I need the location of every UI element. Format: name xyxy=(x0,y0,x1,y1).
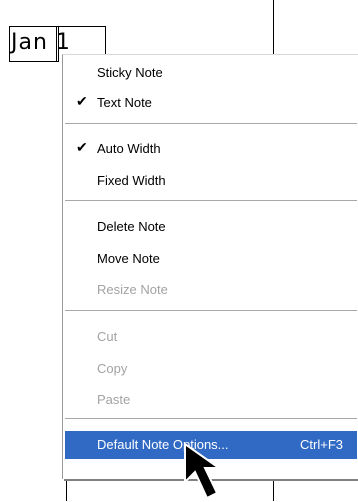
menu-item-sticky-note[interactable]: Sticky Note xyxy=(63,59,358,87)
menu-item-copy[interactable]: Copy xyxy=(63,355,358,383)
menu-item-label: Cut xyxy=(97,329,118,344)
menu-item-label: Auto Width xyxy=(97,141,161,156)
menu-item-label: Move Note xyxy=(97,251,160,266)
mouse-pointer-icon xyxy=(184,442,223,500)
menu-item-cut[interactable]: Cut xyxy=(63,323,358,351)
menu-item-move-note[interactable]: Move Note xyxy=(63,245,358,273)
checkmark-icon: ✔ xyxy=(76,139,88,155)
context-menu: Sticky Note ✔ Text Note ✔ Auto Width Fix… xyxy=(62,54,358,479)
menu-item-fixed-width[interactable]: Fixed Width xyxy=(63,167,358,195)
menu-separator xyxy=(65,200,357,202)
menu-item-delete-note[interactable]: Delete Note xyxy=(63,213,358,241)
menu-item-resize-note[interactable]: Resize Note xyxy=(63,276,358,304)
menu-item-text-note[interactable]: ✔ Text Note xyxy=(63,89,358,117)
menu-item-label: Delete Note xyxy=(97,219,166,234)
menu-separator xyxy=(65,123,357,125)
menu-separator xyxy=(65,310,357,312)
menu-item-auto-width[interactable]: ✔ Auto Width xyxy=(63,135,358,163)
menu-item-label: Sticky Note xyxy=(97,65,163,80)
menu-item-label: Copy xyxy=(97,361,128,376)
menu-item-label: Paste xyxy=(97,392,131,407)
menu-item-label: Resize Note xyxy=(97,282,168,297)
menu-item-label: Text Note xyxy=(97,95,152,110)
menu-separator xyxy=(65,418,357,420)
checkmark-icon: ✔ xyxy=(76,93,88,109)
menu-item-label: Fixed Width xyxy=(97,173,166,188)
menu-item-shortcut: Ctrl+F3 xyxy=(300,437,343,452)
menu-item-paste[interactable]: Paste xyxy=(63,386,358,414)
